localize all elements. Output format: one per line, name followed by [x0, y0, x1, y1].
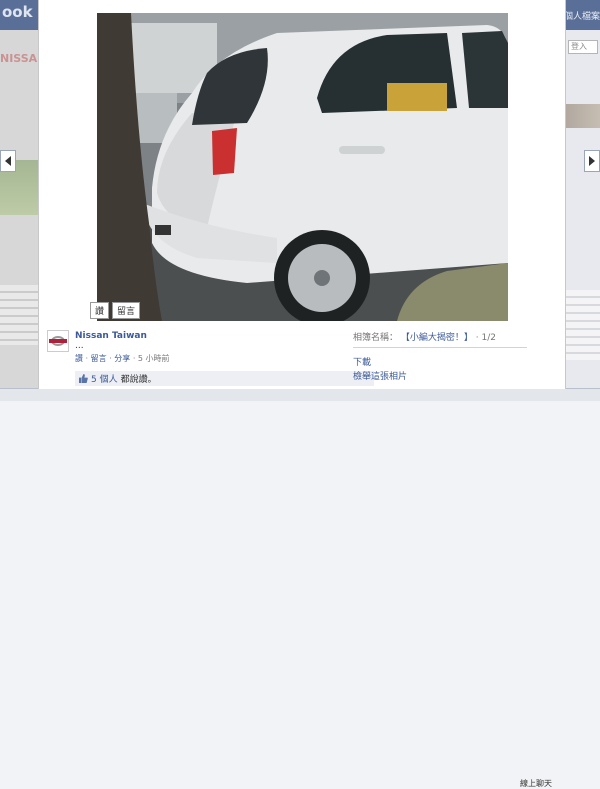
avatar[interactable]	[47, 330, 69, 352]
photo-position: 1/2	[481, 333, 497, 343]
background-bottom-bar: 線上聊天	[0, 388, 600, 788]
chevron-right-icon	[589, 156, 595, 166]
background-account-link: 個人檔案	[564, 12, 600, 22]
album-name-link[interactable]: 【小編大揭密！】	[401, 333, 473, 343]
like-link[interactable]: 讚	[75, 354, 83, 363]
share-link[interactable]: 分享	[114, 354, 130, 363]
nissan-logo-bar	[49, 339, 67, 343]
likes-bar: 5 個人 都說讚。	[75, 371, 374, 386]
owner-name-link[interactable]: Nissan Taiwan	[75, 331, 147, 341]
like-count-suffix: 都說讚。	[120, 375, 157, 385]
report-photo-link[interactable]: 檢舉這張相片	[353, 369, 407, 382]
photo-like-button[interactable]: 讚	[90, 302, 110, 319]
background-left-banner: NISSA	[0, 52, 38, 65]
photo-action-row: 讚 · 留言 · 分享 · 5 小時前	[75, 353, 170, 364]
previous-photo-button[interactable]	[0, 150, 16, 172]
thumbs-up-icon	[79, 374, 88, 383]
album-divider	[353, 347, 527, 348]
background-chat-label: 線上聊天	[520, 779, 552, 788]
album-prefix: 相簿名稱：	[353, 333, 399, 343]
photo-comment-button[interactable]: 留言	[112, 302, 141, 319]
background-login-box: 登入	[568, 40, 598, 54]
separator: ·	[132, 354, 136, 363]
main-photo[interactable]	[97, 13, 508, 321]
background-right-thumbnail	[566, 104, 600, 128]
background-brand: ook	[2, 3, 33, 21]
background-left-text-lines	[0, 285, 38, 345]
car-photo-image	[97, 13, 508, 321]
photo-actions: 讚 留言	[90, 302, 141, 319]
background-right-text-lines	[566, 290, 600, 360]
next-photo-button[interactable]	[584, 150, 600, 172]
comment-link[interactable]: 留言	[91, 354, 107, 363]
photo-viewer: 讚 留言 Nissan Taiwan ... 讚 · 留言 · 分享 · 5 小…	[38, 0, 566, 389]
chevron-left-icon	[5, 156, 11, 166]
photo-caption: ...	[75, 341, 84, 351]
separator: ·	[109, 354, 112, 363]
like-count-link[interactable]: 5 個人	[91, 372, 118, 385]
separator-dot: ·	[475, 333, 479, 343]
timestamp: 5 小時前	[137, 354, 170, 363]
separator: ·	[85, 354, 89, 363]
album-info: 相簿名稱： 【小編大揭密！】 · 1/2	[353, 330, 496, 343]
download-link[interactable]: 下載	[353, 355, 371, 368]
